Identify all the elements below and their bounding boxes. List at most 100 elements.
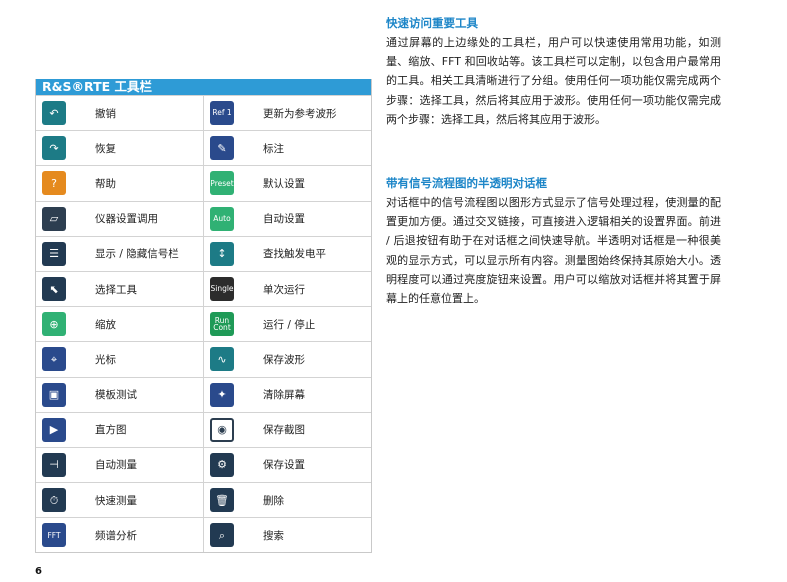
save-settings-icon: ⚙	[210, 452, 234, 477]
cursor-icon: ⌖	[42, 347, 66, 372]
tool-label: 删除	[263, 494, 284, 507]
section-body: 通过屏幕的上边缘处的工具栏，用户可以快速使用常用功能，如测量、缩放、FFT 和回…	[386, 36, 721, 126]
page-number: 6	[35, 566, 42, 577]
quick-measure-icon: ⏱	[42, 488, 66, 513]
screenshot-camera-icon: ◉	[210, 417, 234, 442]
tool-label: 更新为参考波形	[263, 107, 337, 120]
histogram-icon: ▶	[42, 417, 66, 442]
tool-entry: ⌖ 光标	[36, 342, 204, 377]
select-tool-icon: ⬉	[42, 277, 66, 302]
tool-label: 运行 / 停止	[263, 318, 316, 331]
tool-label: 模板测试	[95, 389, 137, 402]
tool-entry: ∿ 保存波形	[204, 342, 371, 376]
tool-entry: ✎ 标注	[204, 131, 371, 165]
tool-label: 恢复	[95, 142, 116, 155]
table-row: ⌖ 光标 ∿ 保存波形	[36, 341, 371, 377]
tool-entry: ◉ 保存截图	[204, 413, 371, 447]
tool-entry: ▣ 模板测试	[36, 377, 204, 412]
single-icon: Single	[210, 277, 234, 302]
tool-label: 自动设置	[263, 213, 305, 226]
tool-entry: Ref 1 更新为参考波形	[204, 96, 371, 130]
table-row: ☰ 显示 / 隐藏信号栏 ↕ 查找触发电平	[36, 235, 371, 271]
tool-label: 搜索	[263, 529, 284, 542]
tool-label: 保存设置	[263, 459, 305, 472]
tool-label: 直方图	[95, 424, 127, 437]
tool-entry: Run Cont 运行 / 停止	[204, 307, 371, 341]
zoom-icon: ⊕	[42, 312, 66, 337]
tool-entry: ⬉ 选择工具	[36, 271, 204, 307]
tool-label: 显示 / 隐藏信号栏	[95, 248, 179, 261]
table-row: ▱ 仪器设置调用 Auto 自动设置	[36, 200, 371, 236]
table-row: ↶ 撤销 Ref 1 更新为参考波形	[36, 95, 371, 131]
section-title: 快速访问重要工具	[386, 16, 478, 30]
tool-label: 仪器设置调用	[95, 213, 158, 226]
tool-label: 保存截图	[263, 424, 305, 437]
annotation-icon: ✎	[210, 136, 234, 161]
redo-icon: ↷	[42, 136, 66, 161]
tool-entry: Auto 自动设置	[204, 202, 371, 236]
run-cont-icon: Run Cont	[210, 312, 234, 337]
auto-measure-icon: ⊣	[42, 452, 66, 477]
table-header: R&S®RTE 工具栏	[36, 79, 371, 95]
tool-label: 单次运行	[263, 283, 305, 296]
preset-icon: Preset	[210, 171, 234, 196]
tool-entry: FFT 频谱分析	[36, 518, 204, 553]
search-binoculars-icon: ⌕	[210, 523, 234, 548]
tool-label: 查找触发电平	[263, 248, 326, 261]
tool-entry: ✦ 清除屏幕	[204, 378, 371, 412]
tool-entry: ▱ 仪器设置调用	[36, 201, 204, 236]
tool-entry: ☰ 显示 / 隐藏信号栏	[36, 236, 204, 271]
table-row: ▶ 直方图 ◉ 保存截图	[36, 411, 371, 447]
tool-entry: ? 帮助	[36, 166, 204, 201]
section-dialog: 带有信号流程图的半透明对话框 对话框中的信号流程图以图形方式显示了信号处理过程，…	[386, 173, 721, 308]
tool-label: 频谱分析	[95, 529, 137, 542]
tool-entry: ↷ 恢复	[36, 131, 204, 166]
tool-label: 快速测量	[95, 494, 137, 507]
find-trigger-level-icon: ↕	[210, 241, 234, 266]
table-row: ? 帮助 Preset 默认设置	[36, 165, 371, 201]
table-row: ⬉ 选择工具 Single 单次运行	[36, 270, 371, 307]
table-row: ⊕ 缩放 Run Cont 运行 / 停止	[36, 306, 371, 342]
tool-label: 标注	[263, 142, 284, 155]
ref1-icon: Ref 1	[210, 101, 234, 126]
tool-entry: Preset 默认设置	[204, 166, 371, 200]
table-row: ▣ 模板测试 ✦ 清除屏幕	[36, 376, 371, 412]
table-row: ⏱ 快速测量 🗑 删除	[36, 482, 371, 518]
tool-entry: ⚙ 保存设置	[204, 448, 371, 482]
tool-entry: ⏱ 快速测量	[36, 483, 204, 518]
tool-entry: ⌕ 搜索	[204, 518, 371, 552]
tool-entry: ↕ 查找触发电平	[204, 237, 371, 271]
save-waveform-icon: ∿	[210, 347, 234, 372]
tool-label: 缩放	[95, 318, 116, 331]
tool-entry: 🗑 删除	[204, 483, 371, 517]
spectrum-fft-icon: FFT	[42, 523, 66, 548]
table-row: ⊣ 自动测量 ⚙ 保存设置	[36, 446, 371, 483]
tool-label: 选择工具	[95, 283, 137, 296]
tool-entry: ⊕ 缩放	[36, 307, 204, 342]
tool-label: 清除屏幕	[263, 389, 305, 402]
tool-entry: ⊣ 自动测量	[36, 447, 204, 483]
tool-entry: Single 单次运行	[204, 272, 371, 306]
tool-label: 保存波形	[263, 353, 305, 366]
tool-entry: ↶ 撤销	[36, 96, 204, 131]
tool-label: 帮助	[95, 177, 116, 190]
table-row: ↷ 恢复 ✎ 标注	[36, 130, 371, 166]
tool-label: 默认设置	[263, 177, 305, 190]
section-title: 带有信号流程图的半透明对话框	[386, 176, 547, 190]
tool-entry: ▶ 直方图	[36, 412, 204, 447]
section-quick-access: 快速访问重要工具 通过屏幕的上边缘处的工具栏，用户可以快速使用常用功能，如测量、…	[386, 13, 721, 129]
help-icon: ?	[42, 171, 66, 196]
table-row: FFT 频谱分析 ⌕ 搜索	[36, 517, 371, 553]
tool-label: 光标	[95, 353, 116, 366]
auto-icon: Auto	[210, 206, 234, 231]
table-body: ↶ 撤销 Ref 1 更新为参考波形 ↷ 恢复 ✎ 标注? 帮助 Preset 默认设置 ▱ 仪器设置调…	[36, 95, 371, 553]
delete-trash-icon: 🗑	[210, 488, 234, 513]
undo-icon: ↶	[42, 101, 66, 126]
tool-label: 撤销	[95, 107, 116, 120]
tool-label: 自动测量	[95, 459, 137, 472]
toolbar-table: R&S®RTE 工具栏 ↶ 撤销 Ref 1 更新为参考波形 ↷ 恢复 ✎ 标注? 帮助 Pres…	[35, 79, 372, 554]
clear-screen-icon: ✦	[210, 382, 234, 407]
mask-test-icon: ▣	[42, 382, 66, 407]
folder-open-icon: ▱	[42, 206, 66, 231]
section-body: 对话框中的信号流程图以图形方式显示了信号处理过程，使测量的配置更加方便。通过交叉…	[386, 196, 721, 306]
